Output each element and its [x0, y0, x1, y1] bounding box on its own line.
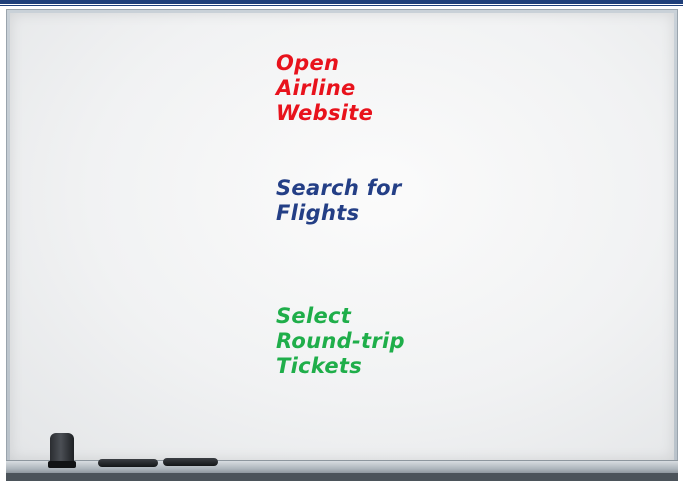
- marker-icon: [163, 458, 218, 466]
- whiteboard-image: Open Airline Website Search for Flights …: [0, 0, 683, 481]
- note-line: Select: [276, 304, 352, 328]
- marker-tray-lip: [6, 473, 678, 481]
- top-border-line-thin: [0, 5, 683, 6]
- note-line: Tickets: [276, 354, 363, 378]
- note-line: Airline: [276, 76, 356, 100]
- note-open-airline-website: Open Airline Website: [276, 51, 373, 126]
- note-search-for-flights: Search for Flights: [276, 176, 402, 226]
- note-line: Round-trip: [276, 329, 405, 353]
- note-line: Open: [276, 51, 340, 75]
- eraser-pad: [48, 461, 76, 468]
- note-line: Flights: [276, 201, 360, 225]
- marker-icon: [98, 459, 158, 467]
- top-border-line: [0, 0, 683, 4]
- note-line: Website: [276, 101, 374, 125]
- note-select-round-trip-tickets: Select Round-trip Tickets: [276, 304, 405, 379]
- note-line: Search for: [276, 176, 402, 200]
